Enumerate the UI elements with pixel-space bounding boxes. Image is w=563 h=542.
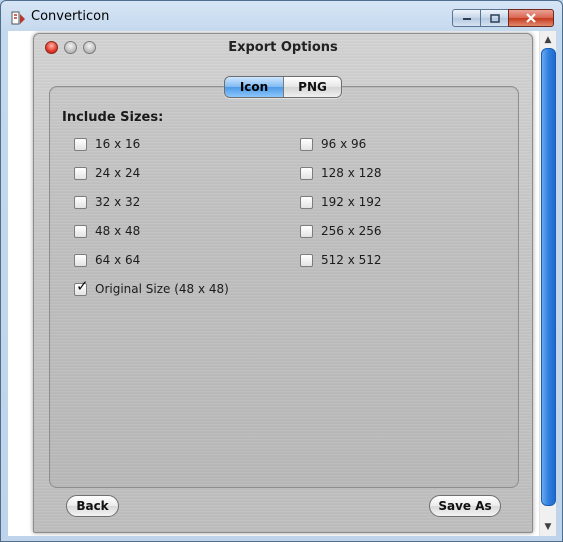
checkbox-label: 96 x 96: [321, 137, 367, 151]
checkbox-label: 512 x 512: [321, 253, 382, 267]
checkbox-box[interactable]: [74, 137, 87, 151]
checkbox-label: 192 x 192: [321, 195, 382, 209]
save-as-button[interactable]: Save As: [429, 495, 501, 517]
checkbox-192[interactable]: 192 x 192: [300, 195, 382, 209]
checkmark-icon: ✓: [76, 276, 89, 295]
checkbox-box[interactable]: [74, 224, 87, 238]
scroll-up-icon[interactable]: ▲: [540, 31, 556, 48]
vertical-scrollbar[interactable]: ▲ ▼: [539, 31, 556, 536]
checkbox-32[interactable]: 32 x 32: [74, 195, 140, 209]
checkbox-box[interactable]: [300, 195, 313, 209]
format-segmented-control: Icon PNG: [224, 76, 342, 98]
window-controls: [452, 9, 554, 29]
checkbox-96[interactable]: 96 x 96: [300, 137, 366, 151]
include-sizes-label: Include Sizes:: [62, 110, 164, 125]
checkbox-48[interactable]: 48 x 48: [74, 224, 140, 238]
checkbox-original-size[interactable]: ✓ Original Size (48 x 48): [74, 278, 229, 296]
checkbox-label: 48 x 48: [95, 224, 141, 238]
tab-png[interactable]: PNG: [283, 77, 341, 97]
checkbox-256[interactable]: 256 x 256: [300, 224, 382, 238]
app-window: Converticon Export Options Icon PNG Incl…: [0, 0, 563, 542]
window-title: Converticon: [31, 9, 110, 24]
back-button[interactable]: Back: [66, 495, 119, 517]
scroll-thumb[interactable]: [541, 48, 556, 506]
checkbox-box[interactable]: [74, 253, 87, 267]
close-icon: [526, 13, 536, 23]
checkbox-box[interactable]: [300, 253, 313, 267]
checkbox-64[interactable]: 64 x 64: [74, 253, 140, 267]
minimize-icon: [462, 18, 471, 20]
scroll-down-icon[interactable]: ▼: [540, 518, 556, 535]
checkbox-label: 32 x 32: [95, 195, 141, 209]
checkbox-512[interactable]: 512 x 512: [300, 253, 382, 267]
checkbox-128[interactable]: 128 x 128: [300, 166, 382, 180]
checkbox-label: 64 x 64: [95, 253, 141, 267]
checkbox-label: 24 x 24: [95, 166, 141, 180]
checkbox-box[interactable]: ✓: [74, 278, 89, 296]
export-options-sheet: Export Options Icon PNG Include Sizes: 1…: [33, 33, 533, 533]
checkbox-box[interactable]: [74, 166, 87, 180]
checkbox-label: Original Size (48 x 48): [95, 282, 229, 296]
converticon-app-icon: [11, 11, 25, 25]
close-button[interactable]: [508, 9, 554, 27]
checkbox-label: 128 x 128: [321, 166, 382, 180]
client-area: Export Options Icon PNG Include Sizes: 1…: [8, 31, 556, 536]
sheet-title: Export Options: [228, 40, 338, 55]
maximize-button[interactable]: [481, 9, 508, 27]
minimize-button[interactable]: [452, 9, 481, 27]
checkbox-box[interactable]: [300, 224, 313, 238]
title-bar[interactable]: Converticon: [1, 1, 562, 31]
checkbox-16[interactable]: 16 x 16: [74, 137, 140, 151]
checkbox-box[interactable]: [74, 195, 87, 209]
checkbox-label: 256 x 256: [321, 224, 382, 238]
checkbox-24[interactable]: 24 x 24: [74, 166, 140, 180]
tab-icon[interactable]: Icon: [225, 77, 283, 97]
checkbox-label: 16 x 16: [95, 137, 141, 151]
maximize-icon: [489, 13, 500, 23]
checkbox-box[interactable]: [300, 137, 313, 151]
checkbox-box[interactable]: [300, 166, 313, 180]
